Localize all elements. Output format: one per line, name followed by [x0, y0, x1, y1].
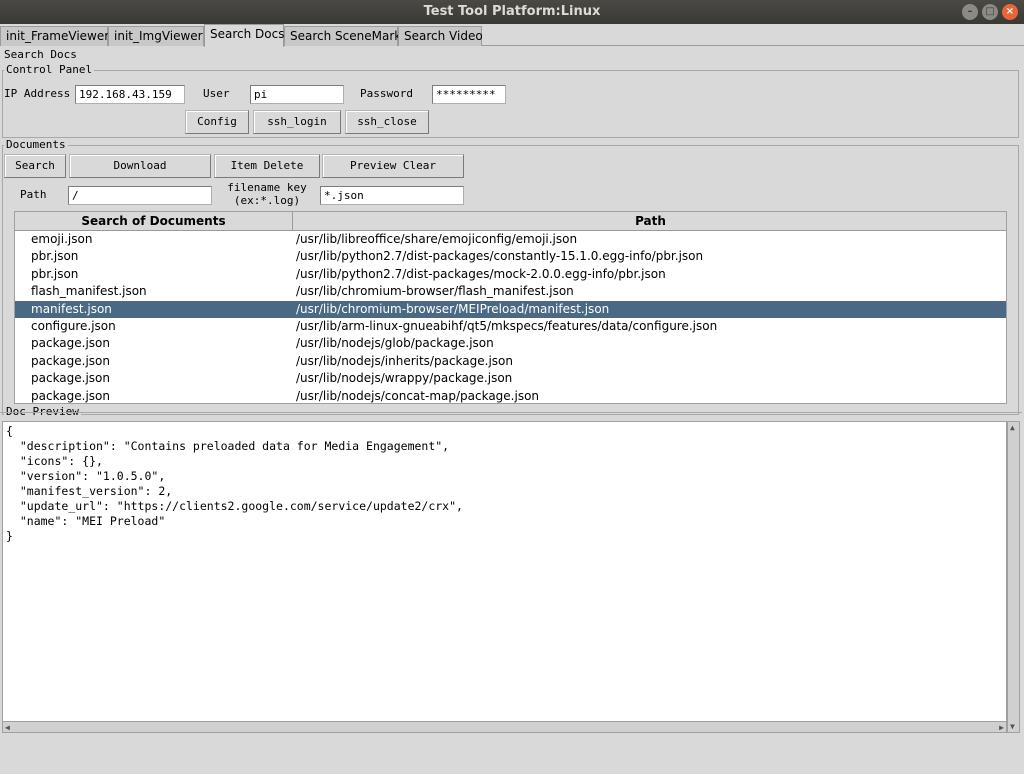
row-path: /usr/lib/chromium-browser/MEIPreload/man… [296, 301, 610, 316]
scroll-right-icon[interactable]: ▶ [999, 723, 1004, 732]
table-row[interactable]: package.json/usr/lib/nodejs/concat-map/p… [15, 388, 1006, 403]
preview-clear-button[interactable]: Preview Clear [322, 154, 464, 178]
row-filename: pbr.json [31, 266, 79, 281]
tab-init-frameviewer[interactable]: init_FrameViewer [0, 26, 109, 46]
tab-init-imgviewer[interactable]: init_ImgViewer [108, 26, 204, 46]
password-field[interactable]: ********* [432, 85, 506, 104]
row-filename: package.json [31, 388, 111, 403]
vertical-scrollbar[interactable]: ▲ ▼ [1007, 421, 1020, 733]
row-filename: pbr.json [31, 249, 79, 264]
row-filename: package.json [31, 336, 111, 351]
path-field[interactable]: / [68, 186, 212, 205]
row-filename: flash_manifest.json [31, 284, 147, 299]
close-icon[interactable]: × [1002, 4, 1018, 20]
table-row[interactable]: package.json/usr/lib/nodejs/wrappy/packa… [15, 370, 1006, 387]
minimize-icon[interactable]: – [962, 4, 978, 20]
doc-preview-text[interactable]: { "description": "Contains preloaded dat… [2, 421, 1007, 733]
control-panel-title: Control Panel [4, 63, 95, 76]
page-label: Search Docs [4, 48, 77, 61]
user-label: User [203, 87, 230, 100]
column-header-path[interactable]: Path [293, 212, 1006, 231]
search-button[interactable]: Search [4, 154, 66, 178]
item-delete-button[interactable]: Item Delete [214, 154, 320, 178]
row-path: /usr/lib/python2.7/dist-packages/mock-2.… [296, 266, 666, 281]
window-titlebar: Test Tool Platform:Linux – □ × [0, 0, 1024, 24]
ip-address-label: IP Address [4, 87, 71, 100]
divider [0, 412, 1022, 413]
row-path: /usr/lib/nodejs/glob/package.json [296, 336, 494, 351]
user-field[interactable]: pi [250, 85, 344, 104]
password-label: Password [360, 87, 413, 100]
table-row[interactable]: pbr.json/usr/lib/python2.7/dist-packages… [15, 266, 1006, 283]
row-filename: configure.json [31, 319, 116, 333]
row-path: /usr/lib/python2.7/dist-packages/constan… [296, 249, 704, 264]
scroll-up-icon[interactable]: ▲ [1010, 423, 1015, 432]
table-row[interactable]: flash_manifest.json/usr/lib/chromium-bro… [15, 283, 1006, 300]
row-path: /usr/lib/chromium-browser/flash_manifest… [296, 284, 574, 299]
row-path: /usr/lib/nodejs/inherits/package.json [296, 353, 513, 368]
table-row[interactable]: package.json/usr/lib/nodejs/inherits/pac… [15, 353, 1006, 370]
path-label: Path [20, 188, 47, 201]
table-row[interactable]: manifest.json/usr/lib/chromium-browser/M… [15, 300, 1006, 318]
documents-title: Documents [4, 138, 68, 151]
ssh-login-button[interactable]: ssh_login [253, 110, 341, 134]
row-path: /usr/lib/nodejs/concat-map/package.json [296, 388, 540, 403]
download-button[interactable]: Download [69, 154, 211, 178]
filename-key-label: filename key (ex:*.log) [224, 181, 310, 207]
table-row[interactable]: configure.json/usr/lib/arm-linux-gnueabi… [15, 318, 1006, 335]
table-row[interactable]: pbr.json/usr/lib/python2.7/dist-packages… [15, 248, 1006, 265]
column-header-name[interactable]: Search of Documents [15, 212, 293, 231]
table-row[interactable]: package.json/usr/lib/nodejs/glob/package… [15, 335, 1006, 352]
tab-search-docs[interactable]: Search Docs [204, 24, 284, 47]
maximize-icon[interactable]: □ [982, 4, 998, 20]
row-path: /usr/lib/nodejs/wrappy/package.json [296, 371, 513, 386]
row-filename: package.json [31, 353, 111, 368]
documents-table[interactable]: Search of Documents Path emoji.json/usr/… [14, 211, 1007, 404]
ssh-close-button[interactable]: ssh_close [345, 110, 429, 134]
window-title: Test Tool Platform:Linux [423, 4, 601, 19]
filename-key-field[interactable]: *.json [320, 186, 464, 205]
tab-search-scenemark[interactable]: Search SceneMark [284, 26, 401, 46]
ip-address-field[interactable]: 192.168.43.159 [75, 85, 185, 104]
table-header: Search of Documents Path [15, 212, 1006, 231]
window-controls: – □ × [962, 4, 1018, 20]
tab-bar: init_FrameViewer init_ImgViewer Search D… [0, 24, 1024, 47]
row-filename: emoji.json [31, 232, 93, 246]
filename-key-label-line2: (ex:*.log) [233, 194, 301, 207]
tab-search-video[interactable]: Search Video [398, 26, 483, 46]
row-path: /usr/lib/arm-linux-gnueabihf/qt5/mkspecs… [296, 319, 718, 333]
table-row[interactable]: emoji.json/usr/lib/libreoffice/share/emo… [15, 231, 1006, 248]
row-filename: manifest.json [31, 301, 112, 316]
row-filename: package.json [31, 371, 111, 386]
scroll-left-icon[interactable]: ◀ [5, 723, 10, 732]
row-path: /usr/lib/libreoffice/share/emojiconfig/e… [296, 232, 578, 246]
horizontal-scrollbar[interactable]: ◀ ▶ [2, 721, 1007, 733]
filename-key-label-line1: filename key [227, 181, 307, 194]
scroll-down-icon[interactable]: ▼ [1010, 722, 1015, 731]
config-button[interactable]: Config [185, 110, 249, 134]
control-panel-group [2, 70, 1019, 138]
